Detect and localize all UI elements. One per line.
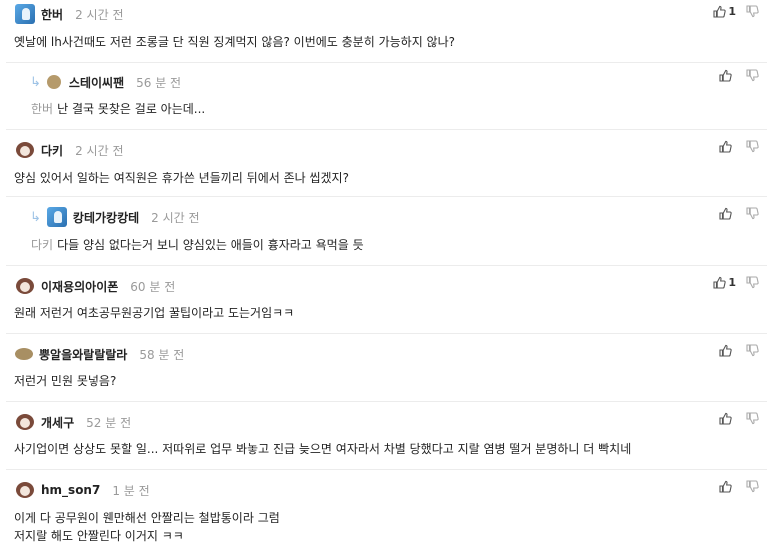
comment-author[interactable]: 뿡알을와랄랄랄라 [39,346,127,363]
dog-avatar-icon[interactable] [15,276,35,296]
tan-oval-avatar-icon[interactable] [15,348,33,360]
comment-author[interactable]: 이재용의아이폰 [41,278,118,295]
reply-arrow-icon: ↳ [30,209,41,225]
reply-mention[interactable]: 한버 [31,102,53,116]
comment-item: 이재용의아이폰 60 분 전 원래 저런거 여초공무원공기업 꿀팁이라고 도는거… [0,266,773,333]
comment-text-line: 이게 다 공무원이 웬만해선 안짤리는 철밥통이라 그럼 [14,511,280,525]
vote-group [719,344,759,357]
vote-group [719,412,759,425]
comment-text: 사기업이면 상상도 못할 일... 저따위로 업무 봐놓고 진급 늦으면 여자라… [14,442,632,456]
thumbs-down-icon[interactable] [746,344,759,357]
comment-body: 다키 다들 양심 없다는거 보니 양심있는 애들이 흉자라고 욕먹을 듯 [31,236,364,254]
comment-body: 옛날에 lh사건때도 저런 조롱글 단 직원 징계먹지 않음? 이번에도 충분히… [14,33,455,51]
comment-body: 양심 있어서 일하는 여직원은 휴가쓴 년들끼리 뒤에서 존나 씹겠지? [14,169,349,187]
reply-arrow-icon: ↳ [30,74,41,90]
thumbs-up-icon[interactable] [719,69,732,82]
thumbs-down-icon[interactable] [746,69,759,82]
comment-list: 한버 2 시간 전 옛날에 lh사건때도 저런 조롱글 단 직원 징계먹지 않음… [0,0,773,545]
thumbs-up-icon[interactable] [713,276,727,289]
thumbs-up-icon[interactable] [719,140,732,153]
comment-text: 원래 저런거 여초공무원공기업 꿀팁이라고 도는거임ㅋㅋ [14,306,295,320]
tan-dot-avatar-icon[interactable] [46,75,61,89]
comment-text: 난 결국 못찾은 걸로 아는데... [57,102,206,116]
comment-text: 저런거 민원 못넣음? [14,374,117,388]
comment-text: 양심 있어서 일하는 여직원은 휴가쓴 년들끼리 뒤에서 존나 씹겠지? [14,171,349,185]
comment-item: 개세구 52 분 전 사기업이면 상상도 못할 일... 저따위로 업무 봐놓고… [0,402,773,469]
reply-item: ↳ 스테이씨팬 56 분 전 한버 난 결국 못찾은 걸로 아는데... [0,63,773,129]
comment-time: 1 분 전 [112,483,150,498]
blue-avatar-icon[interactable] [46,207,67,227]
thumbs-down-icon[interactable] [746,5,759,18]
thumbs-up-icon[interactable] [719,412,732,425]
like-count: 1 [728,276,736,289]
comment-author[interactable]: 개세구 [41,414,74,431]
comment-body: 저런거 민원 못넣음? [14,372,116,390]
like-count: 1 [728,5,736,18]
thumbs-up-icon[interactable] [719,344,732,357]
dog-avatar-icon[interactable] [15,140,35,160]
thumbs-down-icon[interactable] [746,140,759,153]
comment-author[interactable]: 한버 [41,6,63,23]
comment-text-line: 저지랄 해도 안짤린다 이거지 ㅋㅋ [14,529,184,543]
thumbs-down-icon[interactable] [746,412,759,425]
vote-group [719,480,759,493]
comment-item: 한버 2 시간 전 옛날에 lh사건때도 저런 조롱글 단 직원 징계먹지 않음… [0,0,773,62]
comment-author[interactable]: 스테이씨팬 [69,74,124,91]
thumbs-up-icon[interactable] [719,480,732,493]
comment-time: 58 분 전 [139,347,185,362]
comment-time: 56 분 전 [136,75,182,90]
comment-body: 한버 난 결국 못찾은 걸로 아는데... [31,100,205,118]
comment-text: 옛날에 lh사건때도 저런 조롱글 단 직원 징계먹지 않음? 이번에도 충분히… [14,35,455,49]
comment-author[interactable]: 캉테가캉캉테 [73,209,139,226]
comment-item: 뿡알을와랄랄랄라 58 분 전 저런거 민원 못넣음? [0,334,773,401]
blue-avatar-icon[interactable] [15,4,35,24]
thumbs-up-icon[interactable] [713,5,727,18]
vote-group: 1 [713,5,759,18]
comment-time: 2 시간 전 [151,210,200,225]
comment-item: hm_son7 1 분 전 이게 다 공무원이 웬만해선 안짤리는 철밥통이라 … [0,470,773,545]
thumbs-up-icon[interactable] [719,207,732,220]
comment-time: 60 분 전 [130,279,176,294]
dog-avatar-icon[interactable] [15,480,35,500]
vote-group [719,207,759,220]
thumbs-down-icon[interactable] [746,480,759,493]
comment-body: 이게 다 공무원이 웬만해선 안짤리는 철밥통이라 그럼 저지랄 해도 안짤린다… [14,509,280,545]
comment-item: 다키 2 시간 전 양심 있어서 일하는 여직원은 휴가쓴 년들끼리 뒤에서 존… [0,130,773,196]
reply-item: ↳ 캉테가캉캉테 2 시간 전 다키 다들 양심 없다는거 보니 양심있는 애들이… [0,197,773,265]
comment-text: 다들 양심 없다는거 보니 양심있는 애들이 흉자라고 욕먹을 듯 [57,238,364,252]
comment-author[interactable]: hm_son7 [41,483,100,497]
reply-mention[interactable]: 다키 [31,238,53,252]
vote-group: 1 [713,276,759,289]
comment-body: 사기업이면 상상도 못할 일... 저따위로 업무 봐놓고 진급 늦으면 여자라… [14,440,631,458]
comment-author[interactable]: 다키 [41,142,63,159]
vote-group [719,140,759,153]
thumbs-down-icon[interactable] [746,276,759,289]
comment-time: 2 시간 전 [75,143,124,158]
vote-group [719,69,759,82]
dog-avatar-icon[interactable] [15,412,35,432]
comment-time: 2 시간 전 [75,7,124,22]
thumbs-down-icon[interactable] [746,207,759,220]
comment-time: 52 분 전 [86,415,132,430]
comment-body: 원래 저런거 여초공무원공기업 꿀팁이라고 도는거임ㅋㅋ [14,304,294,322]
